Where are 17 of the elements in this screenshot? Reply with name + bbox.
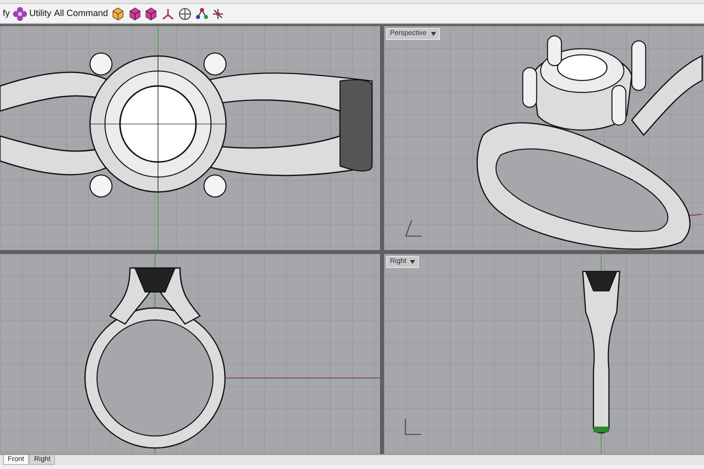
viewport[interactable]	[0, 26, 380, 250]
cube-icon[interactable]	[144, 6, 158, 20]
viewport[interactable]	[0, 254, 380, 454]
flower-icon[interactable]	[12, 6, 27, 20]
axis-icon	[404, 418, 422, 435]
cube-icon[interactable]	[110, 6, 125, 20]
globe-icon[interactable]	[178, 6, 192, 20]
toolbar-button[interactable]: Utility	[29, 6, 52, 20]
gumball-icon[interactable]	[211, 6, 226, 20]
nodes-icon[interactable]	[194, 6, 209, 20]
toolbar-button[interactable]: fy	[2, 6, 10, 20]
caret-icon[interactable]	[430, 32, 436, 36]
caret-icon[interactable]	[410, 260, 416, 264]
cube-icon[interactable]	[128, 6, 142, 20]
toolbar-button[interactable]: All Command	[54, 6, 108, 20]
axes-icon[interactable]	[161, 6, 176, 20]
axis-icon	[405, 220, 422, 237]
